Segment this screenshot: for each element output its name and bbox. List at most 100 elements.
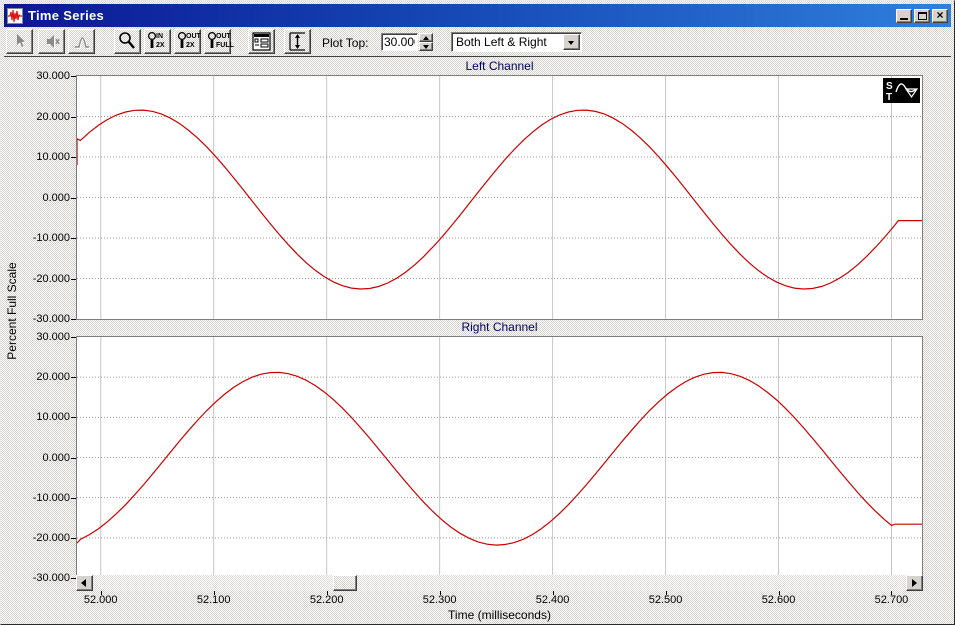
y-tick-label: -20.000 bbox=[32, 272, 70, 285]
close-button[interactable]: × bbox=[932, 8, 948, 23]
scroll-right-button[interactable] bbox=[906, 575, 923, 591]
scrollbar-thumb[interactable] bbox=[333, 575, 357, 591]
plot-range-button[interactable] bbox=[284, 29, 311, 54]
left-channel-chart bbox=[76, 76, 922, 319]
magnifier-icon bbox=[119, 32, 135, 49]
x-tick-label: 52.500 bbox=[648, 594, 683, 606]
toolbar: IN 2X OUT 2X OUT FULL Plot Top: 30.000 B… bbox=[4, 27, 951, 57]
spinner-up-button[interactable] bbox=[419, 33, 433, 42]
peak-button[interactable] bbox=[68, 29, 95, 54]
x-tick-label: 52.300 bbox=[422, 594, 457, 606]
y-tick-label: 20.000 bbox=[36, 110, 70, 123]
st-sine-logo-icon: S T bbox=[886, 81, 919, 103]
minimize-button[interactable] bbox=[896, 8, 912, 23]
display-options-button[interactable] bbox=[248, 29, 275, 54]
titlebar[interactable]: Time Series × bbox=[4, 4, 951, 27]
muted-speaker-icon bbox=[47, 35, 60, 49]
y-tick-label: -30.000 bbox=[32, 572, 70, 584]
zoom-out-full-button[interactable]: OUT FULL bbox=[204, 29, 234, 54]
y-tick-mark bbox=[71, 417, 76, 419]
y-axis-title: Percent Full Scale bbox=[5, 262, 19, 360]
x-tick-label: 52.600 bbox=[761, 594, 796, 606]
x-tick-label: 52.400 bbox=[535, 594, 570, 606]
plot-top-input[interactable] bbox=[381, 33, 418, 51]
x-axis-title: Time (milliseconds) bbox=[448, 608, 551, 622]
x-tick-label: 52.700 bbox=[874, 594, 909, 606]
zoom-out-2x-button[interactable]: OUT 2X bbox=[174, 29, 201, 54]
svg-text:T: T bbox=[886, 92, 892, 103]
y-tick-label: 0.000 bbox=[42, 191, 70, 204]
combo-dropdown-button[interactable] bbox=[563, 34, 580, 50]
up-arrow-icon bbox=[423, 36, 429, 40]
window-controls: × bbox=[896, 8, 948, 23]
zoom-out-2x-label-top: OUT bbox=[186, 33, 201, 40]
scroll-left-button[interactable] bbox=[76, 575, 93, 591]
y-tick-label: 20.000 bbox=[36, 371, 70, 384]
x-tick-label: 52.100 bbox=[196, 594, 231, 606]
y-tick-label: -20.000 bbox=[32, 531, 70, 544]
y-tick-mark bbox=[71, 319, 76, 320]
y-tick-mark bbox=[71, 337, 76, 338]
select-cursor-button[interactable] bbox=[6, 29, 33, 54]
minimize-icon bbox=[900, 18, 908, 20]
y-tick-label: 30.000 bbox=[36, 70, 70, 82]
down-arrow-icon bbox=[423, 45, 429, 49]
plot-area: Percent Full Scale Left Channel S T Righ… bbox=[4, 57, 951, 623]
left-channel-waveform bbox=[76, 109, 922, 290]
y-tick-mark bbox=[71, 157, 76, 158]
peak-curve-icon bbox=[75, 37, 90, 49]
x-tick-label: 52.000 bbox=[83, 594, 118, 606]
app-window: Time Series × IN 2X OUT 2X OUT FULL Plot… bbox=[0, 0, 955, 625]
y-tick-mark bbox=[71, 497, 76, 499]
y-tick-mark bbox=[71, 578, 76, 579]
y-tick-mark bbox=[71, 197, 76, 199]
y-tick-mark bbox=[71, 377, 76, 379]
display-options-icon bbox=[252, 32, 271, 51]
right-channel-chart bbox=[76, 337, 922, 578]
cursor-arrow-icon bbox=[17, 34, 26, 48]
channel-select-value: Both Left & Right bbox=[456, 35, 547, 49]
maximize-button[interactable] bbox=[914, 8, 930, 23]
y-tick-mark bbox=[71, 238, 76, 239]
y-tick-mark bbox=[71, 537, 76, 539]
right-arrow-icon bbox=[912, 579, 917, 587]
plot-top-label: Plot Top: bbox=[322, 36, 369, 50]
right-channel-waveform bbox=[76, 371, 922, 546]
y-tick-label: -10.000 bbox=[32, 232, 70, 244]
zoom-in-2x-button[interactable]: IN 2X bbox=[144, 29, 171, 54]
plot-title-right-channel: Right Channel bbox=[461, 320, 538, 334]
zoom-in-2x-label-bottom: 2X bbox=[156, 42, 165, 49]
waveform-app-icon bbox=[7, 7, 23, 24]
y-tick-label: -10.000 bbox=[32, 491, 70, 504]
zoom-tool-button[interactable] bbox=[114, 29, 141, 54]
y-tick-label: -30.000 bbox=[32, 313, 70, 325]
right-channel-plot[interactable] bbox=[76, 336, 923, 579]
y-tick-mark bbox=[71, 457, 76, 459]
window-title: Time Series bbox=[28, 8, 105, 23]
vertical-range-icon bbox=[289, 32, 305, 51]
mute-button[interactable] bbox=[38, 29, 65, 54]
channel-select-combo[interactable]: Both Left & Right bbox=[451, 32, 582, 52]
spinner-down-button[interactable] bbox=[419, 42, 433, 51]
y-tick-label: 10.000 bbox=[36, 151, 70, 163]
st-logo-badge: S T bbox=[883, 78, 920, 103]
plot-top-spinner bbox=[419, 33, 433, 51]
close-icon: × bbox=[936, 8, 944, 22]
time-scrollbar bbox=[76, 575, 923, 591]
zoom-out-full-label-bottom: FULL bbox=[216, 42, 234, 49]
plot-title-left-channel: Left Channel bbox=[465, 59, 534, 73]
chevron-down-icon bbox=[568, 41, 574, 45]
y-tick-label: 0.000 bbox=[42, 451, 70, 464]
y-tick-label: 30.000 bbox=[36, 331, 70, 343]
scrollbar-track[interactable] bbox=[93, 575, 906, 591]
y-tick-mark bbox=[71, 278, 76, 280]
zoom-out-2x-label-bottom: 2X bbox=[186, 42, 195, 49]
y-tick-mark bbox=[71, 76, 76, 77]
y-tick-mark bbox=[71, 116, 76, 118]
left-channel-plot[interactable]: S T bbox=[76, 75, 923, 320]
x-tick-label: 52.200 bbox=[309, 594, 344, 606]
svg-text:S: S bbox=[886, 81, 893, 92]
y-tick-label: 10.000 bbox=[36, 411, 70, 424]
left-arrow-icon bbox=[81, 579, 86, 587]
maximize-icon bbox=[917, 11, 927, 20]
